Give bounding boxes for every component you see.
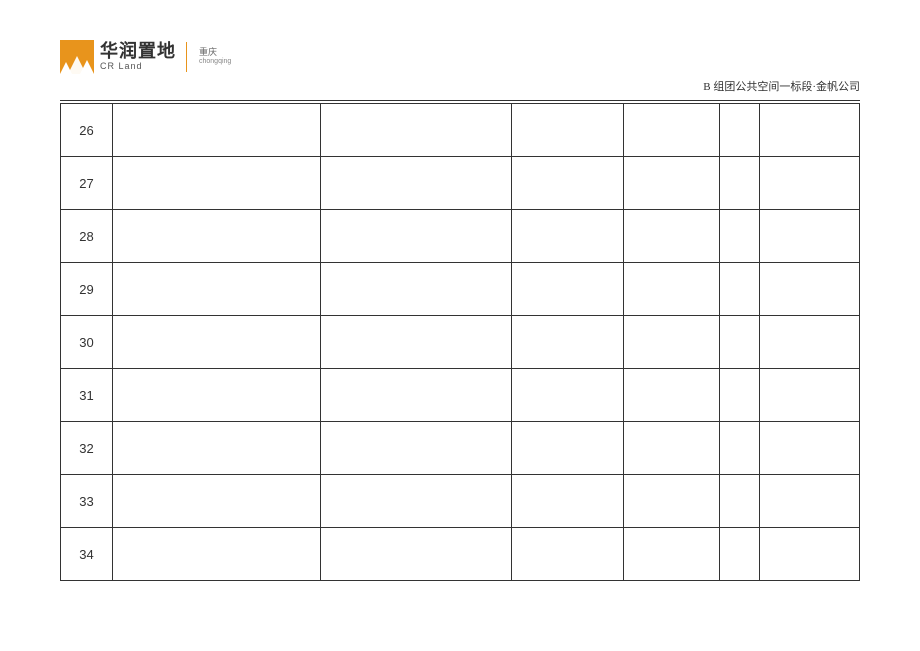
cell: [320, 475, 512, 528]
cell: [720, 157, 760, 210]
logo-region: 重庆 chongqing: [199, 48, 231, 66]
logo-region-cn: 重庆: [199, 48, 231, 58]
cell: [512, 210, 624, 263]
cell: [760, 475, 860, 528]
table-row: 32: [61, 422, 860, 475]
cell: [112, 104, 320, 157]
cell: [760, 422, 860, 475]
cell: [760, 157, 860, 210]
cell: [720, 316, 760, 369]
cell: [624, 316, 720, 369]
cell: [624, 422, 720, 475]
row-number: 34: [61, 528, 113, 581]
cell: [112, 157, 320, 210]
cell: [720, 422, 760, 475]
cell: [720, 475, 760, 528]
table-row: 29: [61, 263, 860, 316]
logo-block: 华润置地 CR Land 重庆 chongqing: [60, 40, 860, 74]
cell: [112, 263, 320, 316]
cell: [760, 263, 860, 316]
cell: [720, 528, 760, 581]
table-row: 31: [61, 369, 860, 422]
cell: [720, 104, 760, 157]
table-row: 28: [61, 210, 860, 263]
logo-text: 华润置地 CR Land: [100, 42, 176, 72]
cell: [320, 104, 512, 157]
row-number: 26: [61, 104, 113, 157]
cell: [320, 528, 512, 581]
cell: [512, 104, 624, 157]
table-row: 33: [61, 475, 860, 528]
row-number: 28: [61, 210, 113, 263]
table-container: 262728293031323334: [0, 103, 920, 581]
cell: [624, 157, 720, 210]
document-header: 华润置地 CR Land 重庆 chongqing B 组团公共空间一标段·金帆…: [0, 0, 920, 100]
cell: [512, 157, 624, 210]
cell: [720, 369, 760, 422]
logo-name-cn: 华润置地: [100, 42, 176, 62]
cell: [760, 316, 860, 369]
header-rule: [60, 100, 860, 101]
document-label: B 组团公共空间一标段·金帆公司: [703, 78, 860, 94]
cell: [512, 263, 624, 316]
cell: [624, 475, 720, 528]
table-row: 26: [61, 104, 860, 157]
logo-name-en: CR Land: [100, 62, 176, 72]
cell: [320, 316, 512, 369]
cell: [112, 528, 320, 581]
cell: [112, 422, 320, 475]
cell: [760, 369, 860, 422]
cell: [512, 422, 624, 475]
cell: [624, 104, 720, 157]
cell: [624, 210, 720, 263]
cell: [512, 528, 624, 581]
row-number: 33: [61, 475, 113, 528]
table-row: 27: [61, 157, 860, 210]
row-number: 27: [61, 157, 113, 210]
cell: [320, 210, 512, 263]
row-number: 31: [61, 369, 113, 422]
cell: [624, 263, 720, 316]
cell: [760, 528, 860, 581]
cell: [624, 528, 720, 581]
cell: [624, 369, 720, 422]
cell: [320, 263, 512, 316]
cell: [720, 263, 760, 316]
cell: [320, 369, 512, 422]
cell: [760, 210, 860, 263]
cell: [112, 475, 320, 528]
logo-region-en: chongqing: [199, 58, 231, 66]
table-row: 34: [61, 528, 860, 581]
cell: [512, 475, 624, 528]
cell: [760, 104, 860, 157]
cell: [112, 316, 320, 369]
logo-divider: [186, 42, 187, 72]
cell: [320, 157, 512, 210]
cell: [112, 210, 320, 263]
data-table: 262728293031323334: [60, 103, 860, 581]
cell: [720, 210, 760, 263]
row-number: 30: [61, 316, 113, 369]
cr-land-logo-icon: [60, 40, 94, 74]
row-number: 29: [61, 263, 113, 316]
cell: [320, 422, 512, 475]
row-number: 32: [61, 422, 113, 475]
cell: [512, 369, 624, 422]
cell: [512, 316, 624, 369]
cell: [112, 369, 320, 422]
table-row: 30: [61, 316, 860, 369]
